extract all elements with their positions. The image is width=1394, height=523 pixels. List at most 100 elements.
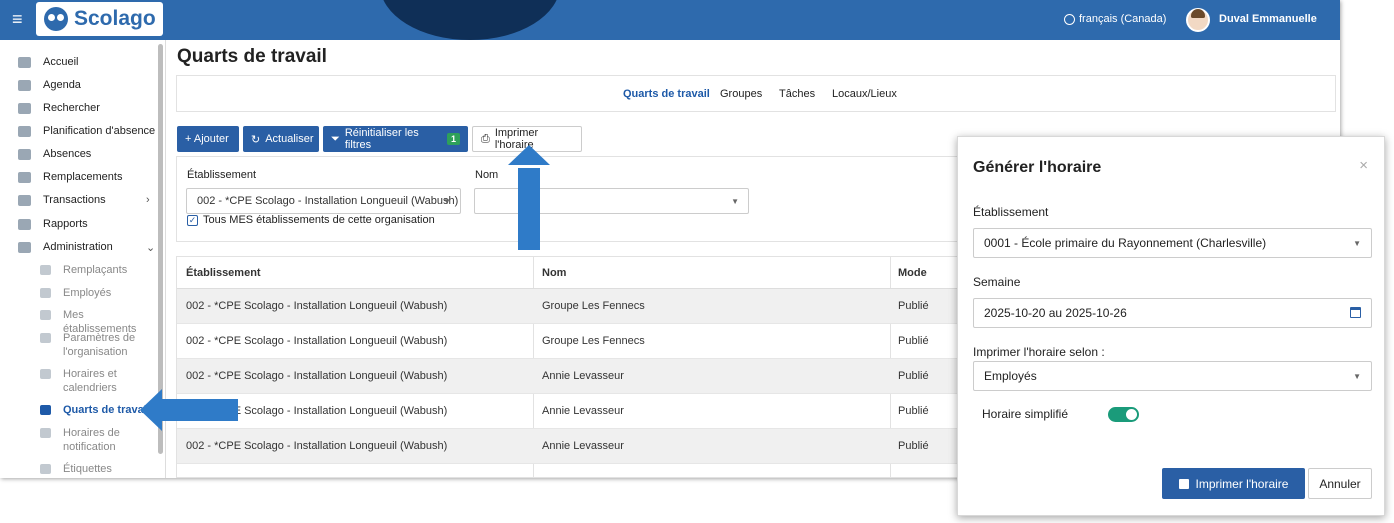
column-header[interactable]: Nom — [542, 267, 566, 279]
table-cell: Publié — [898, 405, 929, 417]
sidebar-item-absences[interactable]: Absences — [0, 143, 160, 165]
users-icon — [18, 148, 31, 160]
sidebar-item-agenda[interactable]: Agenda — [0, 74, 160, 96]
caret-down-icon: ▼ — [1353, 239, 1361, 248]
sidebar-item-label: Administration — [43, 241, 113, 253]
user-name[interactable]: Duval Emmanuelle — [1219, 13, 1317, 25]
top-bar: ≡ Scolago français (Canada) Duval Emmanu… — [0, 0, 1340, 40]
print-by-label: Imprimer l'horaire selon : — [973, 345, 1105, 359]
owl-icon — [44, 7, 68, 31]
table-row[interactable]: 002 - *CPE Scolago - Installation Longue… — [177, 289, 965, 324]
calendar-icon[interactable] — [1350, 307, 1361, 318]
all-establishments-checkbox-row[interactable]: ✓ Tous MES établissements de cette organ… — [187, 214, 435, 226]
refresh-icon: ↻ — [251, 133, 261, 146]
add-button[interactable]: + Ajouter — [177, 126, 239, 152]
table-cell: Publié — [898, 300, 929, 312]
simplified-schedule-label: Horaire simplifié — [982, 407, 1069, 421]
sidebar-item-accueil[interactable]: Accueil — [0, 51, 160, 73]
table-row[interactable]: 002 - *CPE Scolago - Installation Longue… — [177, 324, 965, 359]
report-icon — [18, 218, 31, 230]
table-row[interactable]: 002 - *CPE Scolago - Installation Longue… — [177, 394, 965, 429]
week-label: Semaine — [973, 275, 1021, 289]
tab-taches[interactable]: Tâches — [779, 88, 815, 100]
simplified-schedule-toggle[interactable] — [1108, 407, 1139, 422]
submenu-icon — [40, 369, 51, 379]
sidebar-item-label: Rechercher — [43, 102, 100, 114]
sidebar-subitem-label: Employés — [63, 287, 112, 299]
gear-icon — [18, 241, 31, 253]
arrow-annotation-up — [518, 168, 540, 250]
language-selector[interactable]: français (Canada) — [1064, 13, 1166, 25]
print-by-value: Employés — [984, 369, 1037, 383]
refresh-button-label: Actualiser — [265, 133, 314, 145]
sidebar-item-label: Absences — [43, 148, 92, 160]
refresh-button[interactable]: ↻ Actualiser — [243, 126, 319, 152]
sidebar-item-label: Rapports — [43, 218, 88, 230]
close-icon[interactable]: × — [1359, 157, 1368, 174]
search-icon — [18, 102, 31, 114]
submenu-icon — [40, 265, 51, 275]
sidebar-item-rapports[interactable]: Rapports — [0, 213, 160, 235]
chevron-icon: ⌄ — [146, 241, 156, 254]
print-by-select[interactable]: Employés ▼ — [973, 361, 1372, 391]
modal-print-button[interactable]: Imprimer l'horaire — [1162, 468, 1305, 499]
modal-establishment-select[interactable]: 0001 - École primaire du Rayonnement (Ch… — [973, 228, 1372, 258]
shifts-table: Établissement Nom Mode 002 - *CPE Scolag… — [176, 256, 966, 478]
brand-logo[interactable]: Scolago — [36, 2, 163, 36]
globe-icon — [1064, 13, 1075, 25]
tab-groupes[interactable]: Groupes — [720, 88, 762, 100]
home-icon — [18, 56, 31, 68]
reset-filters-button[interactable]: ⏷ Réinitialiser les filtres 1 — [323, 126, 468, 152]
table-cell: 002 - *CPE Scolago - Installation Longue… — [186, 335, 448, 347]
swap-icon — [18, 171, 31, 183]
week-input[interactable]: 2025-10-20 au 2025-10-26 — [973, 298, 1372, 328]
establishment-select-value: 002 - *CPE Scolago - Installation Longue… — [197, 195, 459, 207]
sidebar-item-label: Agenda — [43, 79, 81, 91]
sidebar-item-rechercher[interactable]: Rechercher — [0, 97, 160, 119]
table-cell: Annie Levasseur — [542, 370, 624, 382]
generate-schedule-modal: Générer l'horaire × Établissement 0001 -… — [957, 136, 1385, 516]
arrow-annotation-up-head — [508, 145, 550, 165]
sidebar-item-remplacements[interactable]: Remplacements — [0, 166, 160, 188]
table-row[interactable]: 002 - *CPE Scolago - Installation Longue… — [177, 359, 965, 394]
table-cell: Groupe Les Fennecs — [542, 300, 645, 312]
decorative-shape — [380, 0, 560, 40]
arrow-annotation-left — [162, 399, 238, 421]
sidebar-subitem-label: Remplaçants — [63, 264, 128, 276]
card-icon — [18, 194, 31, 206]
cancel-button[interactable]: Annuler — [1308, 468, 1372, 499]
checkbox-checked[interactable]: ✓ — [187, 214, 198, 226]
page-title: Quarts de travail — [177, 46, 327, 67]
calendar-icon — [18, 125, 31, 137]
table-cell: Annie Levasseur — [542, 440, 624, 452]
reset-filters-label: Réinitialiser les filtres — [344, 127, 419, 151]
tabs-bar: Quarts de travail Groupes Tâches Locaux/… — [176, 75, 1336, 112]
column-header[interactable]: Mode — [898, 267, 927, 279]
sidebar-item-label: Remplacements — [43, 171, 123, 183]
printer-icon: ⎙ — [481, 132, 490, 145]
table-cell: 002 - *CPE Scolago - Installation Longue… — [186, 300, 448, 312]
sidebar-subitem-label: Étiquettes — [63, 463, 112, 475]
tab-locaux-lieux[interactable]: Locaux/Lieux — [832, 88, 897, 100]
sidebar-item-administration[interactable]: Administration ⌄ — [0, 236, 160, 258]
arrow-annotation-left-head — [140, 389, 162, 431]
sidebar-item-planification-d-absence[interactable]: Planification d'absence — [0, 120, 160, 142]
table-cell: Publié — [898, 335, 929, 347]
avatar[interactable] — [1186, 8, 1210, 32]
submenu-icon — [40, 333, 51, 343]
language-label: français (Canada) — [1079, 13, 1167, 25]
establishment-select[interactable]: 002 - *CPE Scolago - Installation Longue… — [186, 188, 461, 214]
table-row[interactable]: 002 - *CPE Scolago - Installation Longue… — [177, 429, 965, 464]
caret-down-icon: ▼ — [731, 197, 739, 206]
submenu-icon — [40, 428, 51, 438]
establishment-filter-label: Établissement — [187, 169, 257, 181]
hamburger-menu-icon[interactable]: ≡ — [12, 9, 23, 29]
name-select[interactable]: ▼ — [474, 188, 749, 214]
sidebar-item-transactions[interactable]: Transactions › — [0, 189, 160, 211]
all-establishments-label: Tous MES établissements de cette organis… — [203, 214, 435, 226]
calendar-icon — [18, 79, 31, 91]
table-cell: Groupe Les Fennecs — [542, 335, 645, 347]
column-header[interactable]: Établissement — [186, 267, 261, 279]
tab-quarts-de-travail[interactable]: Quarts de travail — [623, 88, 710, 100]
sidebar-item-label: Planification d'absence — [43, 125, 156, 137]
